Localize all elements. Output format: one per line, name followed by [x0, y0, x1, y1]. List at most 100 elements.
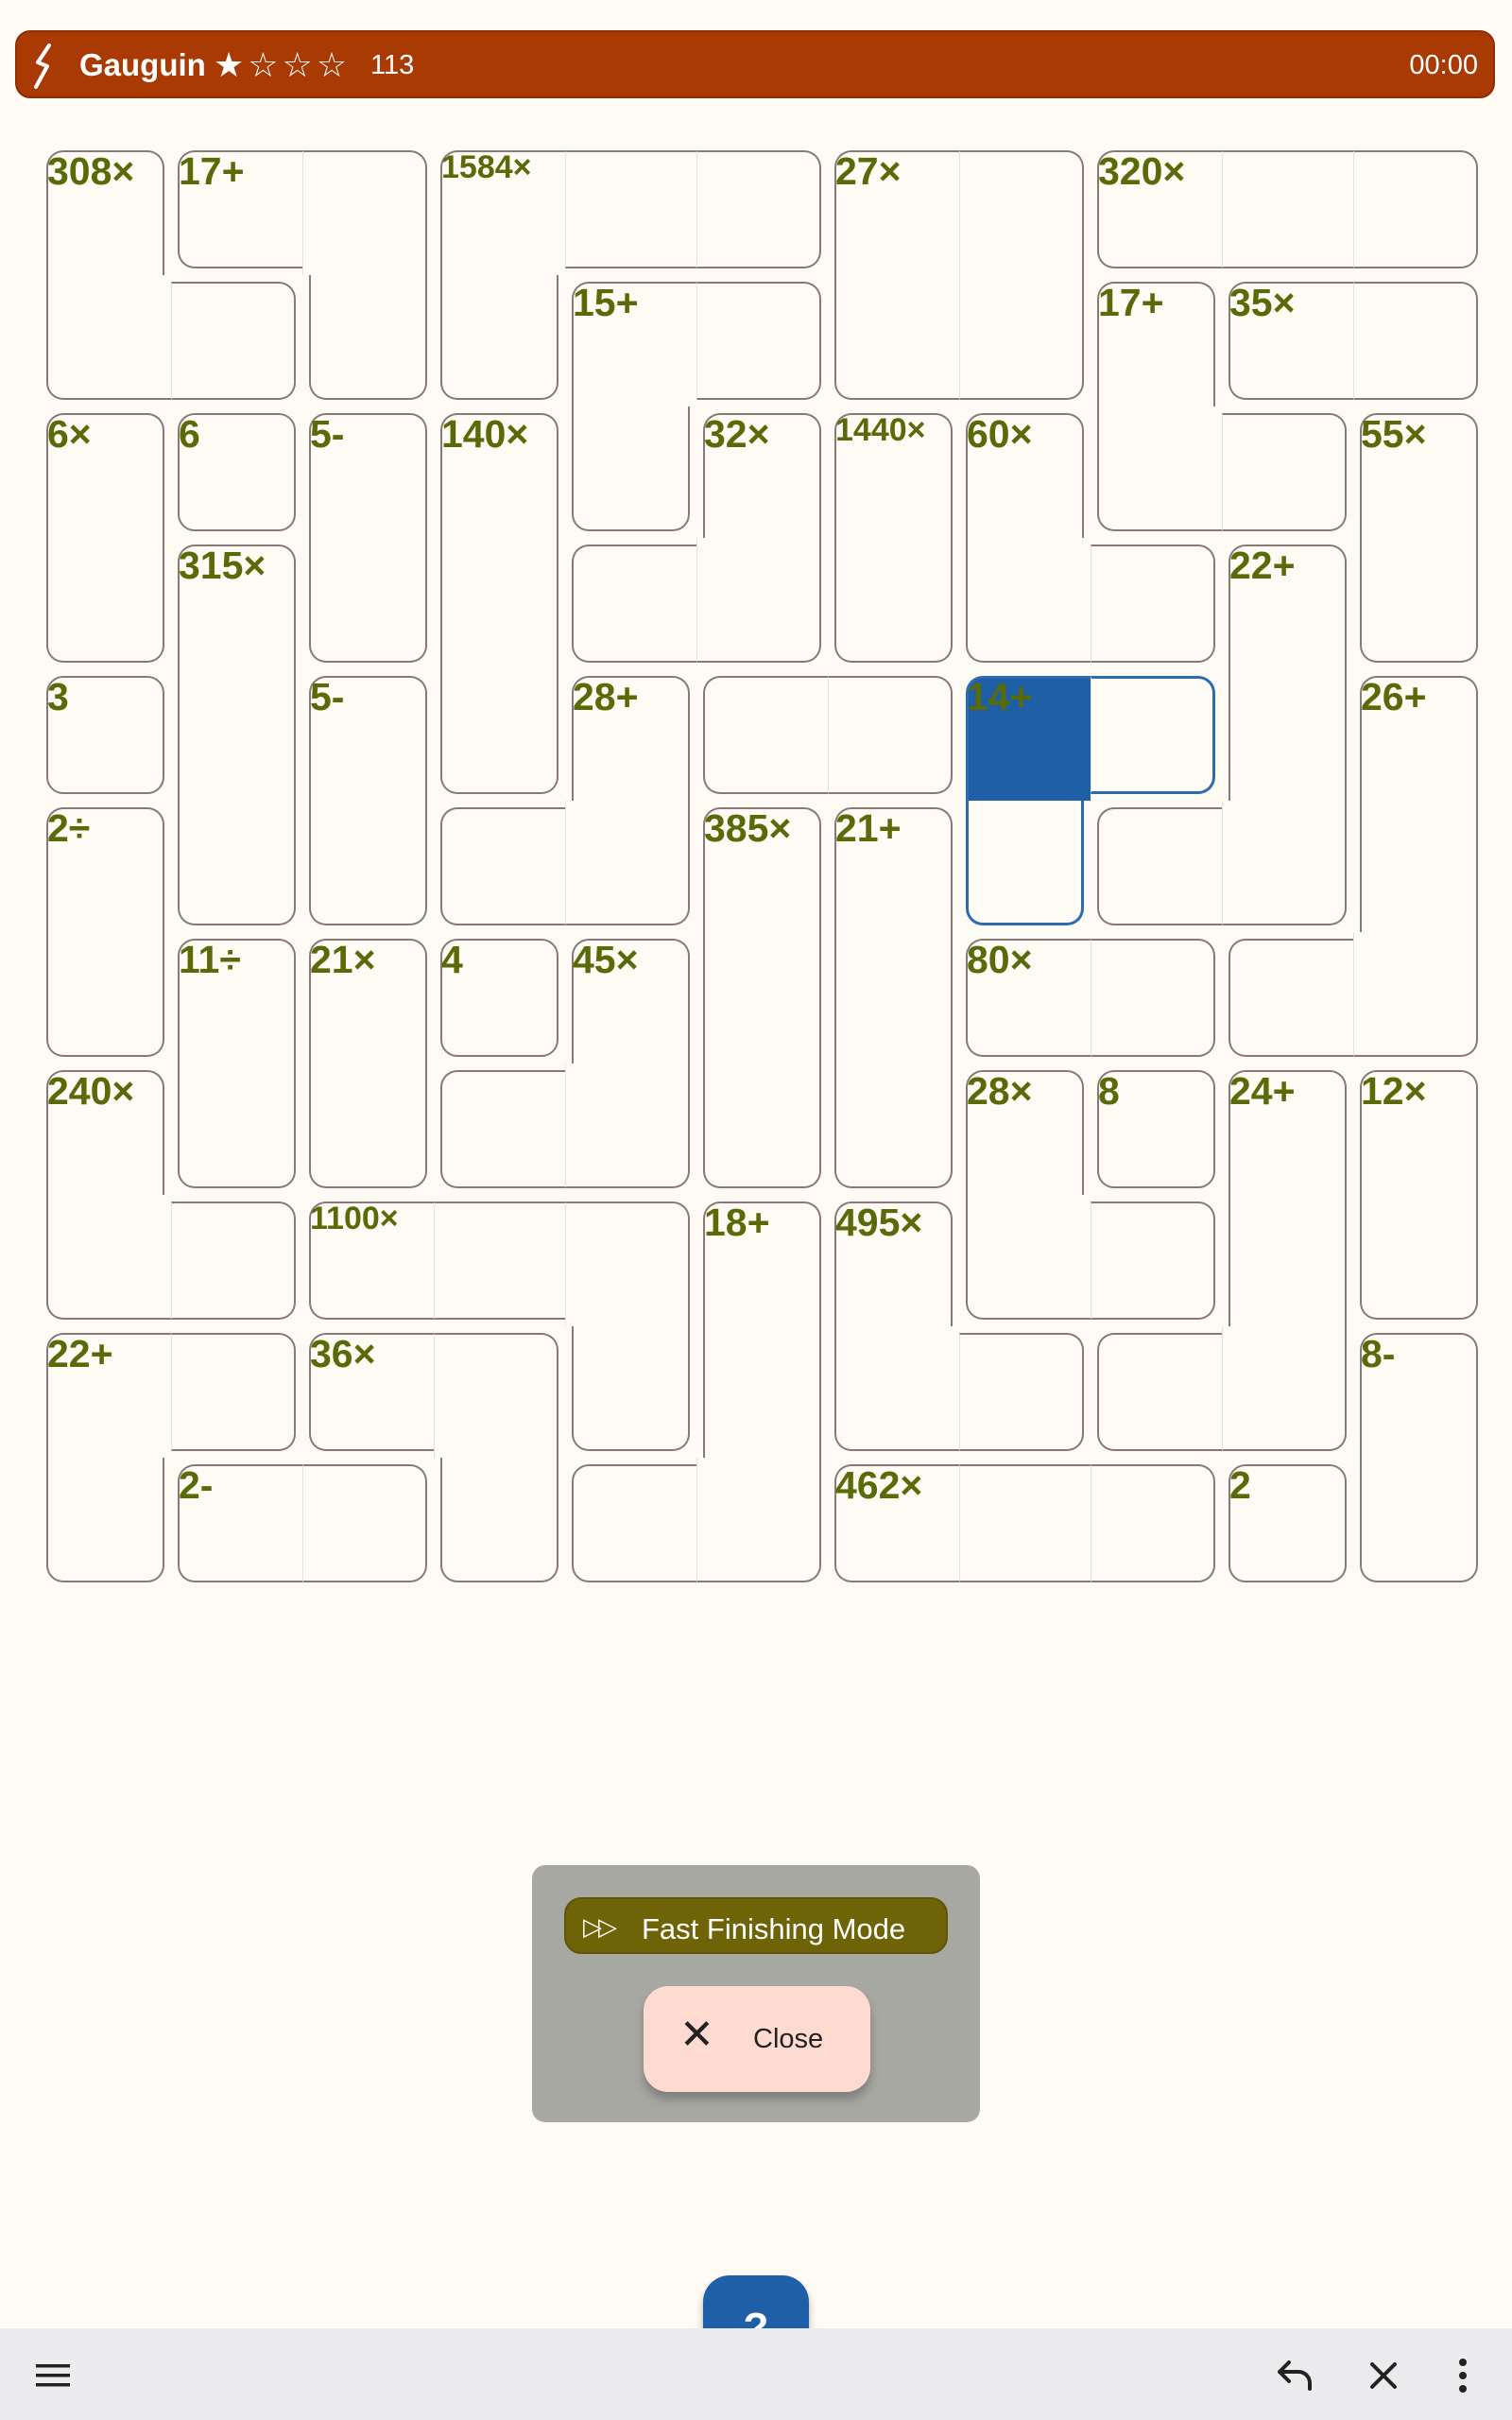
grid-cell[interactable] — [171, 1333, 296, 1451]
grid-cell[interactable] — [703, 1326, 821, 1458]
grid-cell[interactable] — [1360, 1195, 1478, 1320]
cage-clue: 22+ — [1229, 544, 1296, 587]
grid-cell[interactable] — [309, 538, 427, 663]
puzzle-grid: 308× 17+ 1584× 27× 320× 15+ 17+ 35× 6× 6 5- 140× 32×… — [0, 0, 1512, 1739]
grid-cell[interactable] — [572, 544, 696, 663]
grid-cell[interactable] — [834, 538, 953, 663]
grid-cell[interactable] — [834, 932, 953, 1063]
grid-cell[interactable] — [46, 275, 171, 400]
grid-cell[interactable] — [440, 1458, 558, 1582]
grid-cell[interactable] — [572, 406, 690, 531]
grid-cell[interactable] — [1353, 150, 1478, 268]
grid-cell[interactable] — [1228, 1195, 1347, 1326]
grid-cell[interactable] — [1091, 1201, 1215, 1320]
grid-cell[interactable] — [572, 1464, 696, 1582]
grid-cell[interactable] — [302, 150, 427, 275]
cage-clue: 36× — [310, 1332, 376, 1375]
grid-cell[interactable] — [1360, 538, 1478, 663]
grid-cell[interactable] — [703, 932, 821, 1063]
grid-cell[interactable] — [1222, 413, 1347, 531]
grid-cell[interactable] — [1097, 807, 1222, 925]
grid-cell[interactable] — [1222, 150, 1353, 268]
cage-clue: 18+ — [704, 1201, 770, 1244]
grid-cell[interactable] — [966, 801, 1084, 925]
fast-forward-icon: ▷▷ — [583, 1912, 617, 1941]
grid-cell[interactable] — [966, 538, 1091, 663]
grid-cell[interactable] — [171, 1201, 296, 1320]
grid-cell[interactable] — [1222, 1326, 1347, 1451]
grid-cell[interactable] — [703, 1063, 821, 1188]
grid-cell[interactable] — [696, 150, 821, 268]
grid-cell[interactable] — [1091, 1464, 1215, 1582]
grid-cell[interactable] — [1360, 1458, 1478, 1582]
grid-cell[interactable] — [1091, 676, 1215, 794]
grid-cell[interactable] — [1097, 1333, 1222, 1451]
grid-cell[interactable] — [171, 282, 296, 400]
cage-clue: 1584× — [441, 149, 532, 185]
grid-cell[interactable] — [565, 1201, 690, 1326]
grid-cell[interactable] — [1228, 669, 1347, 801]
cage-clue: 11÷ — [179, 938, 241, 981]
grid-cell[interactable] — [434, 1333, 558, 1458]
grid-cell[interactable] — [302, 1464, 427, 1582]
grid-cell[interactable] — [834, 275, 959, 400]
cage-clue: 12× — [1361, 1069, 1427, 1113]
grid-cell[interactable] — [834, 1326, 959, 1451]
grid-cell[interactable] — [572, 1326, 690, 1451]
grid-cell[interactable] — [309, 801, 427, 925]
grid-cell[interactable] — [178, 1063, 296, 1188]
grid-cell[interactable] — [440, 1070, 565, 1188]
grid-cell[interactable] — [440, 807, 565, 925]
grid-cell[interactable] — [440, 669, 558, 794]
cage-clue: 4 — [441, 938, 463, 981]
grid-cell[interactable] — [309, 275, 427, 400]
grid-cell[interactable] — [565, 801, 690, 925]
grid-cell[interactable] — [696, 1458, 821, 1582]
grid-cell[interactable] — [178, 801, 296, 925]
cage-clue: 1440× — [835, 412, 926, 448]
undo-button[interactable] — [1266, 2349, 1319, 2402]
grid-cell[interactable] — [1091, 939, 1215, 1057]
more-options-button[interactable] — [1436, 2349, 1489, 2402]
grid-cell[interactable] — [1222, 801, 1347, 925]
cage-clue: 21× — [310, 938, 376, 981]
grid-cell[interactable] — [1353, 932, 1478, 1057]
fast-finishing-mode-button[interactable]: ▷▷ Fast Finishing Mode — [564, 1897, 948, 1954]
grid-cell[interactable] — [46, 1458, 164, 1582]
close-button[interactable]: ✕ Close — [644, 1986, 870, 2092]
close-icon — [1370, 2362, 1397, 2389]
grid-cell[interactable] — [703, 676, 828, 794]
grid-cell[interactable] — [434, 1201, 565, 1320]
cage-clue: 5- — [310, 412, 345, 456]
grid-cell[interactable] — [828, 676, 953, 794]
grid-cell[interactable] — [696, 282, 821, 400]
grid-cell[interactable] — [440, 538, 558, 669]
grid-cell[interactable] — [959, 275, 1084, 400]
grid-cell[interactable] — [1097, 406, 1222, 531]
grid-cell[interactable] — [1353, 282, 1478, 400]
cage-clue: 2 — [1229, 1463, 1251, 1507]
grid-cell[interactable] — [959, 1464, 1091, 1582]
grid-cell[interactable] — [309, 1063, 427, 1188]
grid-cell[interactable] — [565, 150, 696, 268]
grid-cell[interactable] — [1228, 939, 1353, 1057]
grid-cell[interactable] — [966, 1195, 1091, 1320]
grid-cell[interactable] — [440, 275, 558, 400]
cage-clue: 320× — [1098, 149, 1186, 193]
cage-clue: 26+ — [1361, 675, 1427, 718]
grid-cell[interactable] — [959, 1333, 1084, 1451]
grid-cell[interactable] — [565, 1063, 690, 1188]
grid-cell[interactable] — [834, 1063, 953, 1188]
grid-cell[interactable] — [1360, 801, 1478, 932]
cage-clue: 6 — [179, 412, 200, 456]
cage-clue: 385× — [704, 806, 792, 850]
grid-cell[interactable] — [46, 538, 164, 663]
clear-button[interactable] — [1357, 2349, 1410, 2402]
grid-cell[interactable] — [1091, 544, 1215, 663]
grid-cell[interactable] — [696, 538, 821, 663]
menu-button[interactable] — [26, 2349, 79, 2402]
grid-cell[interactable] — [959, 150, 1084, 275]
grid-cell[interactable] — [46, 932, 164, 1057]
grid-cell[interactable] — [46, 1195, 171, 1320]
grid-cell[interactable] — [178, 669, 296, 801]
